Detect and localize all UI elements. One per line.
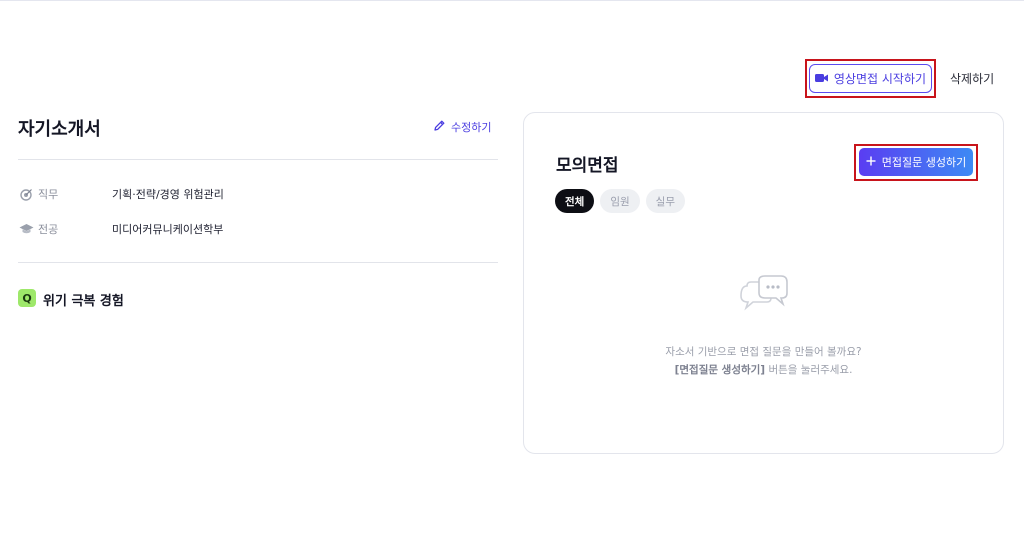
info-row-major: 전공 미디어커뮤니케이션학부 [18,221,223,237]
edit-button[interactable]: 수정하기 [433,119,491,135]
graduation-cap-icon [18,222,34,236]
target-icon [18,187,34,201]
empty-state-hint-rest: 버튼을 눌러주세요. [765,364,853,376]
delete-button[interactable]: 삭제하기 [950,70,994,87]
tab-all[interactable]: 전체 [555,189,595,213]
plus-icon [866,156,876,169]
question-filter-tabs: 전체 임원 실무 [555,189,685,213]
info-row-job: 직무 기획·전략/경영 위험관리 [18,186,224,202]
question-title[interactable]: 위기 극복 경험 [43,290,124,309]
section-divider [18,159,498,160]
mock-interview-title: 모의면접 [556,156,619,176]
generate-questions-label: 면접질문 생성하기 [881,156,967,169]
resume-title: 자기소개서 [18,119,101,140]
question-badge: Q [18,289,36,307]
major-value: 미디어커뮤니케이션학부 [112,223,224,236]
job-key: 직무 [38,188,59,201]
generate-questions-button[interactable]: 면접질문 생성하기 [859,148,973,176]
start-video-interview-label: 영상면접 시작하기 [833,72,927,86]
section-divider [18,262,498,263]
pencil-icon [433,119,446,135]
top-divider [0,0,1024,1]
job-value: 기획·전략/경영 위험관리 [112,188,224,201]
major-key: 전공 [38,223,59,236]
empty-state-message: 자소서 기반으로 면접 질문을 만들어 볼까요? [665,346,862,358]
tab-practical[interactable]: 실무 [645,189,685,213]
empty-state-hint-bold: [면접질문 생성하기] [674,364,766,376]
tab-executive[interactable]: 임원 [600,189,640,213]
edit-label: 수정하기 [451,121,492,134]
empty-state-hint: [면접질문 생성하기] 버튼을 눌러주세요. [523,362,1004,377]
video-camera-icon [814,72,828,86]
chat-bubbles-icon [737,274,791,314]
start-video-interview-button[interactable]: 영상면접 시작하기 [809,64,932,93]
